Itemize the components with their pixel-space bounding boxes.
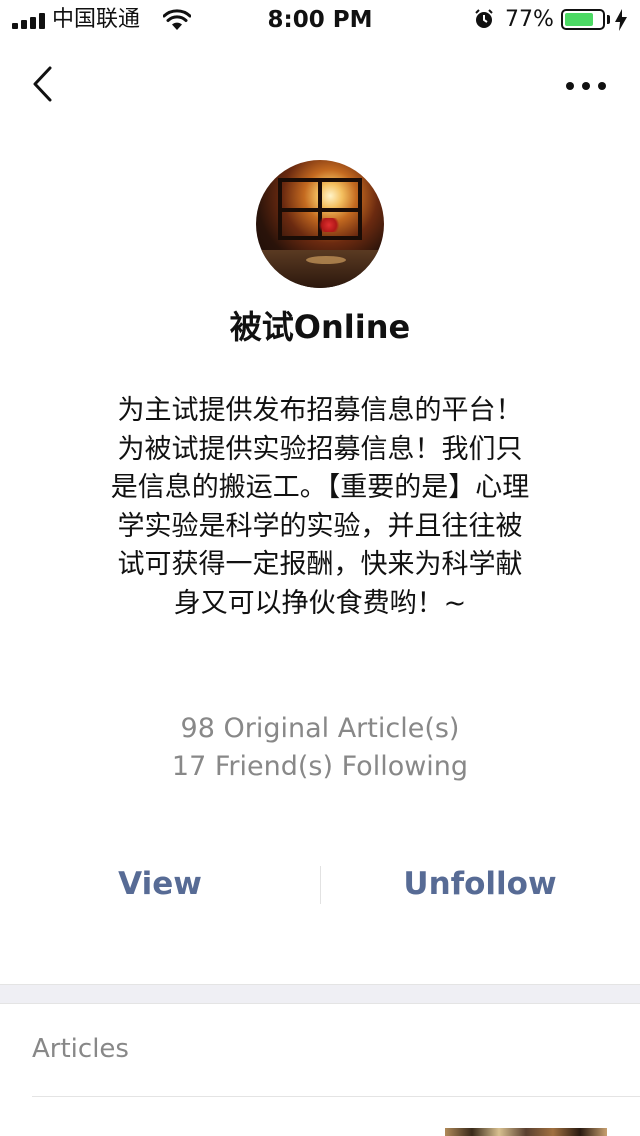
friends-following-count: 17 Friend(s) Following bbox=[171, 751, 469, 782]
more-options-button[interactable] bbox=[556, 62, 616, 106]
status-bar: 中国联通 8:00 PM 77% bbox=[0, 0, 640, 40]
back-button[interactable] bbox=[26, 60, 62, 108]
more-dots-icon bbox=[566, 82, 574, 90]
articles-divider bbox=[32, 1096, 640, 1097]
battery-nub bbox=[607, 15, 610, 24]
article-thumbnail[interactable] bbox=[445, 1128, 607, 1136]
battery-percent: 77% bbox=[505, 7, 554, 32]
alarm-clock-icon bbox=[475, 9, 493, 28]
original-articles-count: 98 Original Article(s) bbox=[180, 713, 460, 744]
action-divider bbox=[320, 866, 321, 904]
chevron-left-icon bbox=[33, 66, 52, 102]
battery-icon bbox=[561, 9, 605, 30]
battery-level-fill bbox=[565, 13, 593, 26]
account-description: 为主试提供发布招募信息的平台！为被试提供实验招募信息！我们只是信息的搬运工。【重… bbox=[110, 395, 530, 619]
account-stats: 98 Original Article(s) 17 Friend(s) Foll… bbox=[0, 710, 640, 786]
account-avatar bbox=[256, 160, 384, 288]
section-separator bbox=[0, 984, 640, 1004]
articles-section-title: Articles bbox=[32, 1034, 129, 1064]
charging-bolt-icon bbox=[615, 9, 627, 31]
account-name: 被试Online bbox=[229, 308, 411, 346]
view-button[interactable]: View bbox=[0, 860, 320, 908]
unfollow-button[interactable]: Unfollow bbox=[320, 860, 640, 908]
